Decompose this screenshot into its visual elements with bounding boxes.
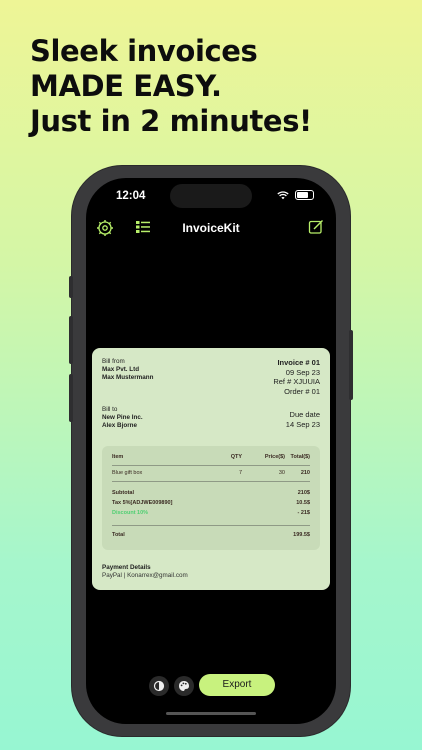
home-indicator (166, 712, 256, 715)
table-header: Item QTY Price($) Total($) (112, 454, 310, 462)
tax-row: Tax 5%[ADJWE009890] 10.5$ (112, 500, 310, 508)
phone-button (69, 374, 73, 422)
header-qty: QTY (230, 454, 242, 460)
total-label: Total (112, 532, 125, 538)
due-date: Due date 14 Sep 23 (286, 410, 320, 429)
subtotal-value: 210$ (297, 490, 310, 496)
invoice-order: Order # 01 (284, 386, 320, 396)
bill-to-person: Alex Bjorne (102, 422, 137, 429)
status-time: 12:04 (116, 190, 146, 202)
subtotal-label: Subtotal (112, 490, 134, 496)
payment-title: Payment Details (102, 564, 151, 571)
due-date-label: Due date (289, 410, 320, 419)
phone-button (69, 276, 73, 298)
status-icons (277, 190, 314, 200)
bottom-toolbar: Export (86, 674, 336, 698)
invoice-date: 09 Sep 23 (285, 367, 320, 377)
divider (112, 525, 310, 526)
invoice-card[interactable]: Bill from Max Pvt. Ltd Max Mustermann In… (92, 348, 330, 590)
header-total: Total($) (290, 454, 310, 460)
row-qty: 7 (238, 470, 242, 476)
header-item: Item (112, 454, 124, 460)
bill-from-company: Max Pvt. Ltd (102, 366, 140, 373)
total-value: 199.5$ (293, 532, 310, 538)
headline: Sleek invoices MADE EASY. Just in 2 minu… (30, 34, 312, 139)
header-price: Price($) (264, 454, 285, 460)
divider (112, 481, 310, 482)
row-total: 210 (300, 470, 310, 476)
invoice-meta: Invoice # 01 09 Sep 23 Ref # XJUUIA Orde… (273, 358, 320, 396)
discount-label: Discount 10% (112, 510, 149, 516)
discount-value: - 21$ (297, 510, 310, 516)
battery-icon (295, 190, 314, 200)
payment-value: PayPal | Konarrex@gmail.com (102, 572, 188, 579)
wifi-icon (277, 190, 289, 199)
app-screen: 12:04 InvoiceKit Bill from Max Pvt. Ltd … (86, 178, 336, 724)
table-row: Blue gift box 7 30 210 (112, 470, 310, 478)
palette-icon[interactable] (174, 676, 194, 696)
subtotal-row: Subtotal 210$ (112, 490, 310, 498)
phone-button (349, 330, 353, 400)
export-button[interactable]: Export (199, 674, 275, 696)
due-date-value: 14 Sep 23 (285, 419, 320, 429)
row-price: 30 (278, 470, 285, 476)
bill-from-person: Max Mustermann (102, 374, 154, 381)
headline-line-1: Sleek invoices (30, 34, 258, 68)
row-item: Blue gift box (112, 470, 143, 476)
edit-icon[interactable] (308, 219, 324, 240)
bill-to-company: New Pine Inc. (102, 414, 143, 421)
total-row: Total 199.5$ (112, 532, 310, 540)
theme-icon[interactable] (149, 676, 169, 696)
app-title: InvoiceKit (182, 221, 240, 235)
bill-to: Bill to New Pine Inc. Alex Bjorne (102, 406, 143, 430)
headline-line-3: Just in 2 minutes! (30, 104, 312, 138)
phone-button (69, 316, 73, 364)
bill-to-label: Bill to (102, 406, 118, 413)
nav-bar: InvoiceKit (86, 216, 336, 240)
items-table: Item QTY Price($) Total($) Blue gift box… (102, 446, 320, 550)
tax-label: Tax 5%[ADJWE009890] (112, 500, 173, 506)
invoice-number: Invoice # 01 (277, 358, 320, 367)
headline-line-2: MADE EASY. (30, 69, 222, 103)
payment-details: Payment Details PayPal | Konarrex@gmail.… (102, 564, 188, 580)
divider (112, 465, 310, 466)
bill-from-label: Bill from (102, 358, 125, 365)
dynamic-island (170, 184, 252, 208)
invoice-reference: Ref # XJUUIA (273, 377, 320, 386)
discount-row: Discount 10% - 21$ (112, 510, 310, 518)
tax-value: 10.5$ (296, 500, 310, 506)
bill-from: Bill from Max Pvt. Ltd Max Mustermann (102, 358, 153, 382)
